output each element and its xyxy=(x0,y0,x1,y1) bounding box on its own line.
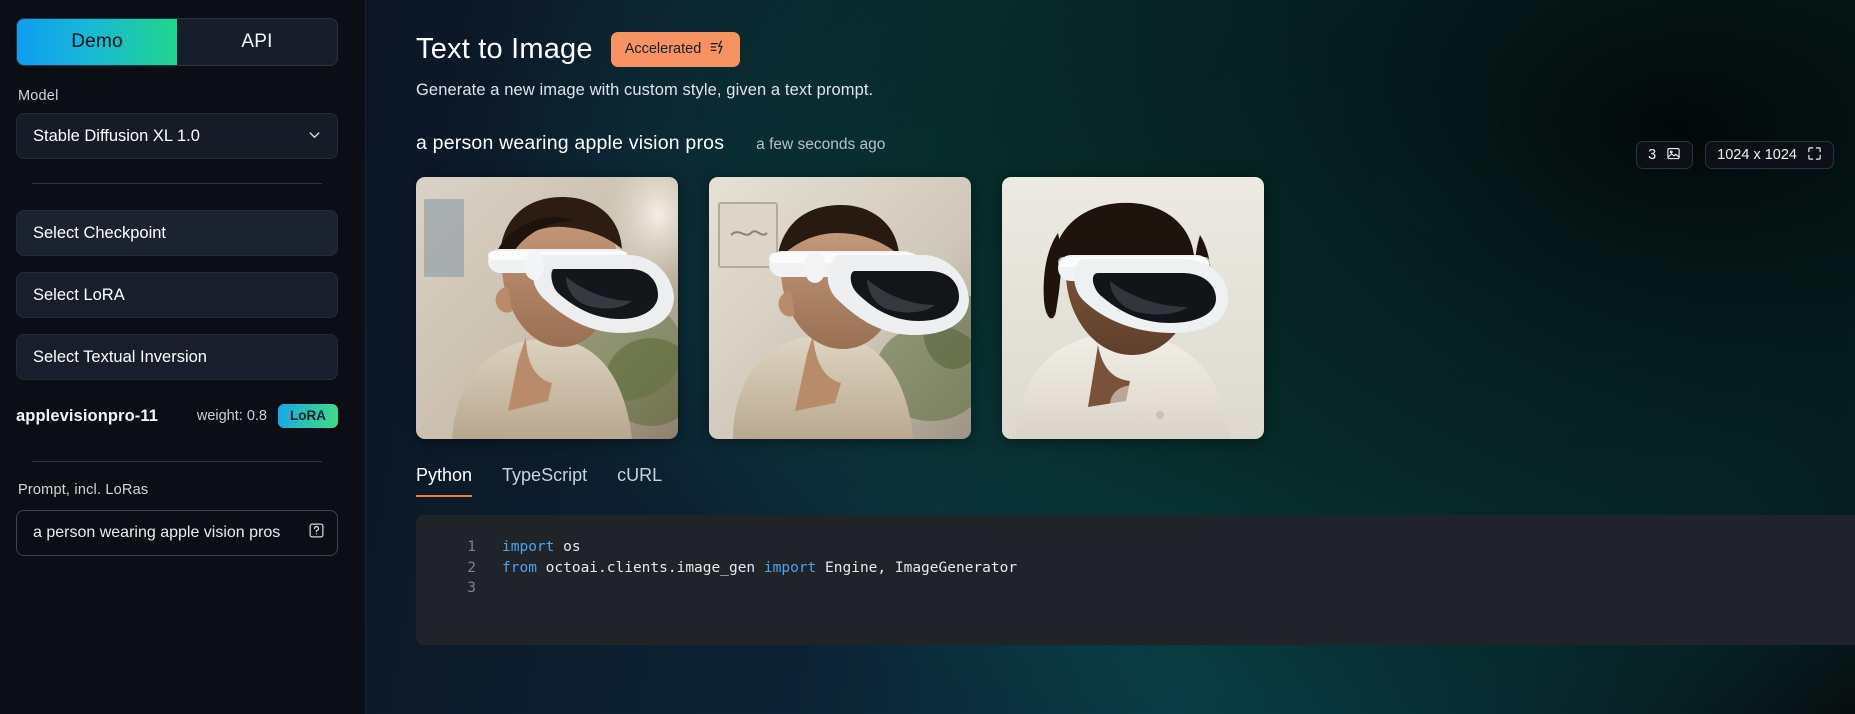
sidebar: Demo API Model Stable Diffusion XL 1.0 S… xyxy=(0,0,366,714)
code-token: Engine, ImageGenerator xyxy=(816,559,1018,576)
resolution-value: 1024 x 1024 xyxy=(1717,147,1797,163)
tab-demo[interactable]: Demo xyxy=(17,19,177,65)
select-textual-inversion-label: Select Textual Inversion xyxy=(33,347,207,366)
select-textual-inversion-button[interactable]: Select Textual Inversion xyxy=(16,334,338,380)
gallery-image-1[interactable] xyxy=(416,177,678,439)
image-icon xyxy=(1666,146,1681,165)
image-gallery xyxy=(416,177,1855,439)
page-subtitle: Generate a new image with custom style, … xyxy=(416,81,874,99)
accelerated-label: Accelerated xyxy=(624,41,702,57)
prompt-label: Prompt, incl. LoRas xyxy=(18,482,149,498)
image-count-pill[interactable]: 3 xyxy=(1636,141,1694,169)
sidebar-divider-2 xyxy=(32,461,322,462)
prompt-input-value: a person wearing apple vision pros xyxy=(33,524,281,541)
code-line-number: 1 xyxy=(467,539,476,555)
chevron-down-icon xyxy=(306,127,323,144)
code-block: 1 2 3 import os from octoai.clients.image… xyxy=(416,515,1855,645)
app-root: Demo API Model Stable Diffusion XL 1.0 S… xyxy=(0,0,1855,714)
main-content: Text to Image Accelerated Generate a new… xyxy=(366,0,1855,645)
tab-typescript[interactable]: TypeScript xyxy=(502,465,587,497)
gallery-image-2[interactable] xyxy=(709,177,971,439)
image-count-value: 3 xyxy=(1648,147,1657,163)
lora-item: applevisionpro-11 weight: 0.8 LoRA xyxy=(16,404,338,428)
gallery-controls: 3 1024 x 1024 xyxy=(1636,141,1834,169)
help-question-icon[interactable] xyxy=(308,522,325,544)
lora-meta: weight: 0.8 LoRA xyxy=(197,404,338,428)
code-line: import os xyxy=(502,537,1017,558)
title-row: Text to Image Accelerated xyxy=(416,32,1855,67)
code-language-tabs: Python TypeScript cURL xyxy=(416,465,1855,497)
code-token: import xyxy=(502,539,555,555)
model-label: Model xyxy=(18,88,59,104)
code-text[interactable]: import os from octoai.clients.image_gen i… xyxy=(502,537,1017,599)
code-line-number: 3 xyxy=(467,580,476,596)
page-title: Text to Image xyxy=(416,33,593,65)
code-line-numbers: 1 2 3 xyxy=(460,537,476,599)
code-line-number: 2 xyxy=(467,559,476,576)
speed-lightning-icon xyxy=(710,39,726,59)
code-line: from octoai.clients.image_gen import Eng… xyxy=(502,558,1017,579)
code-token: octoai.clients.image_gen xyxy=(536,559,764,576)
select-checkpoint-label: Select Checkpoint xyxy=(33,223,166,242)
mode-tabs: Demo API xyxy=(16,18,338,66)
accelerated-badge: Accelerated xyxy=(610,32,741,67)
sidebar-divider-1 xyxy=(32,183,322,184)
resolution-pill[interactable]: 1024 x 1024 xyxy=(1705,141,1834,169)
code-token: from xyxy=(502,559,537,576)
select-lora-label: Select LoRA xyxy=(33,285,125,304)
lora-weight: weight: 0.8 xyxy=(196,408,267,424)
code-inner: 1 2 3 import os from octoai.clients.image… xyxy=(416,515,1855,599)
select-lora-button[interactable]: Select LoRA xyxy=(16,272,338,318)
model-select[interactable]: Stable Diffusion XL 1.0 xyxy=(16,113,338,159)
select-checkpoint-button[interactable]: Select Checkpoint xyxy=(16,210,338,256)
result-timestamp: a few seconds ago xyxy=(756,136,886,153)
lora-name: applevisionpro-11 xyxy=(16,406,158,425)
expand-icon xyxy=(1807,146,1822,165)
model-select-value: Stable Diffusion XL 1.0 xyxy=(33,126,200,145)
tab-python[interactable]: Python xyxy=(416,465,473,497)
prompt-input[interactable]: a person wearing apple vision pros xyxy=(16,510,338,556)
code-token: import xyxy=(763,559,817,576)
main-panel: 3 1024 x 1024 Text to Image Accelerated … xyxy=(366,0,1855,714)
tab-curl[interactable]: cURL xyxy=(617,465,662,497)
tab-api[interactable]: API xyxy=(177,19,337,65)
result-prompt: a person wearing apple vision pros xyxy=(416,132,725,154)
lora-badge[interactable]: LoRA xyxy=(278,404,338,428)
gallery-image-3[interactable] xyxy=(1002,177,1264,439)
code-token: os xyxy=(554,539,581,555)
